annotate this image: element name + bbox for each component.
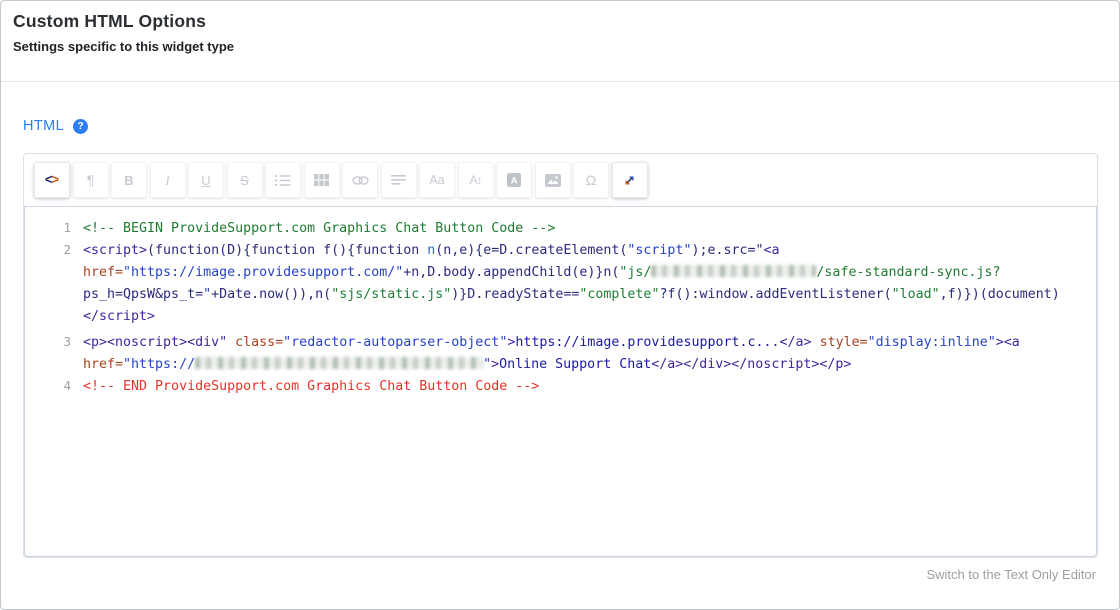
page-subtitle: Settings specific to this widget type [13,39,1107,54]
code-icon: <> [45,173,59,187]
html-field-label-row: HTML ? [23,118,88,134]
code-row: <p><noscript><div" class="redactor-autop… [83,332,1090,354]
redacted-text [651,265,816,277]
strikethrough-icon: S [240,174,249,187]
redacted-text [195,357,483,369]
link-button[interactable] [342,162,378,198]
link-icon [352,175,369,186]
image-button[interactable] [535,162,571,198]
code-row: </script> [83,306,1090,328]
align-icon [391,174,406,186]
code-row: href="https://">Online Support Chat</a><… [83,354,1090,376]
table-button[interactable] [304,162,340,198]
code-line-3: 3 <p><noscript><div" class="redactor-auto… [25,332,1090,376]
line-number: 4 [25,378,71,393]
font-size-button[interactable]: A↕ [458,162,494,198]
font-size-icon: A↕ [469,174,481,186]
line-number: 3 [25,334,71,349]
strikethrough-button[interactable]: S [227,162,263,198]
fullscreen-button[interactable] [612,162,648,198]
highlight-icon: A [507,173,521,187]
unordered-list-button[interactable] [265,162,301,198]
list-icon [275,174,291,187]
custom-html-options-panel: Custom HTML Options Settings specific to… [0,0,1120,610]
paragraph-button[interactable]: ¶ [73,162,109,198]
bold-icon: B [124,174,133,187]
switch-editor-link[interactable]: Switch to the Text Only Editor [926,567,1096,582]
text-style-button[interactable]: Aa [419,162,455,198]
bold-button[interactable]: B [111,162,147,198]
header-divider [1,81,1119,82]
svg-text:A: A [511,176,518,187]
line-number: 2 [25,242,71,257]
code-line-2: 2 <script>(function(D){function f(){funct… [25,240,1090,328]
expand-icon [622,173,637,188]
page-title: Custom HTML Options [13,11,1107,32]
italic-icon: I [165,174,169,187]
paragraph-icon: ¶ [87,173,95,187]
html-field-label: HTML [23,118,64,134]
code-editor-area[interactable]: 1 <!-- BEGIN ProvideSupport.com Graphics … [24,206,1097,557]
underline-icon: U [201,174,210,187]
omega-icon: Ω [586,173,596,187]
special-characters-button[interactable]: Ω [573,162,609,198]
line-number: 1 [25,220,71,235]
editor-toolbar: <> ¶ B I U S Aa A↕ A Ω [24,154,1097,206]
align-button[interactable] [381,162,417,198]
text-style-icon: Aa [429,174,444,187]
table-icon [314,174,329,187]
code-line-4: 4 <!-- END ProvideSupport.com Graphics Ch… [25,376,1090,398]
help-icon[interactable]: ? [73,119,88,134]
code-line-1: 1 <!-- BEGIN ProvideSupport.com Graphics … [25,218,1090,240]
code-view-button[interactable]: <> [34,162,70,198]
image-icon [545,174,561,187]
code-row: <!-- END ProvideSupport.com Graphics Cha… [83,376,1090,398]
code-row: ps_h=QpsW&ps_t="+Date.now()),n("sjs/stat… [83,284,1090,306]
code-row: href="https://image.providesupport.com/"… [83,262,1090,284]
underline-button[interactable]: U [188,162,224,198]
highlight-button[interactable]: A [496,162,532,198]
italic-button[interactable]: I [150,162,186,198]
html-editor: <> ¶ B I U S Aa A↕ A Ω 1 <!-- BEGIN ProvideSupport… [23,153,1098,558]
code-row: <script>(function(D){function f(){functi… [83,240,1090,262]
code-row: <!-- BEGIN ProvideSupport.com Graphics C… [83,218,1090,240]
panel-header: Custom HTML Options Settings specific to… [1,1,1119,54]
